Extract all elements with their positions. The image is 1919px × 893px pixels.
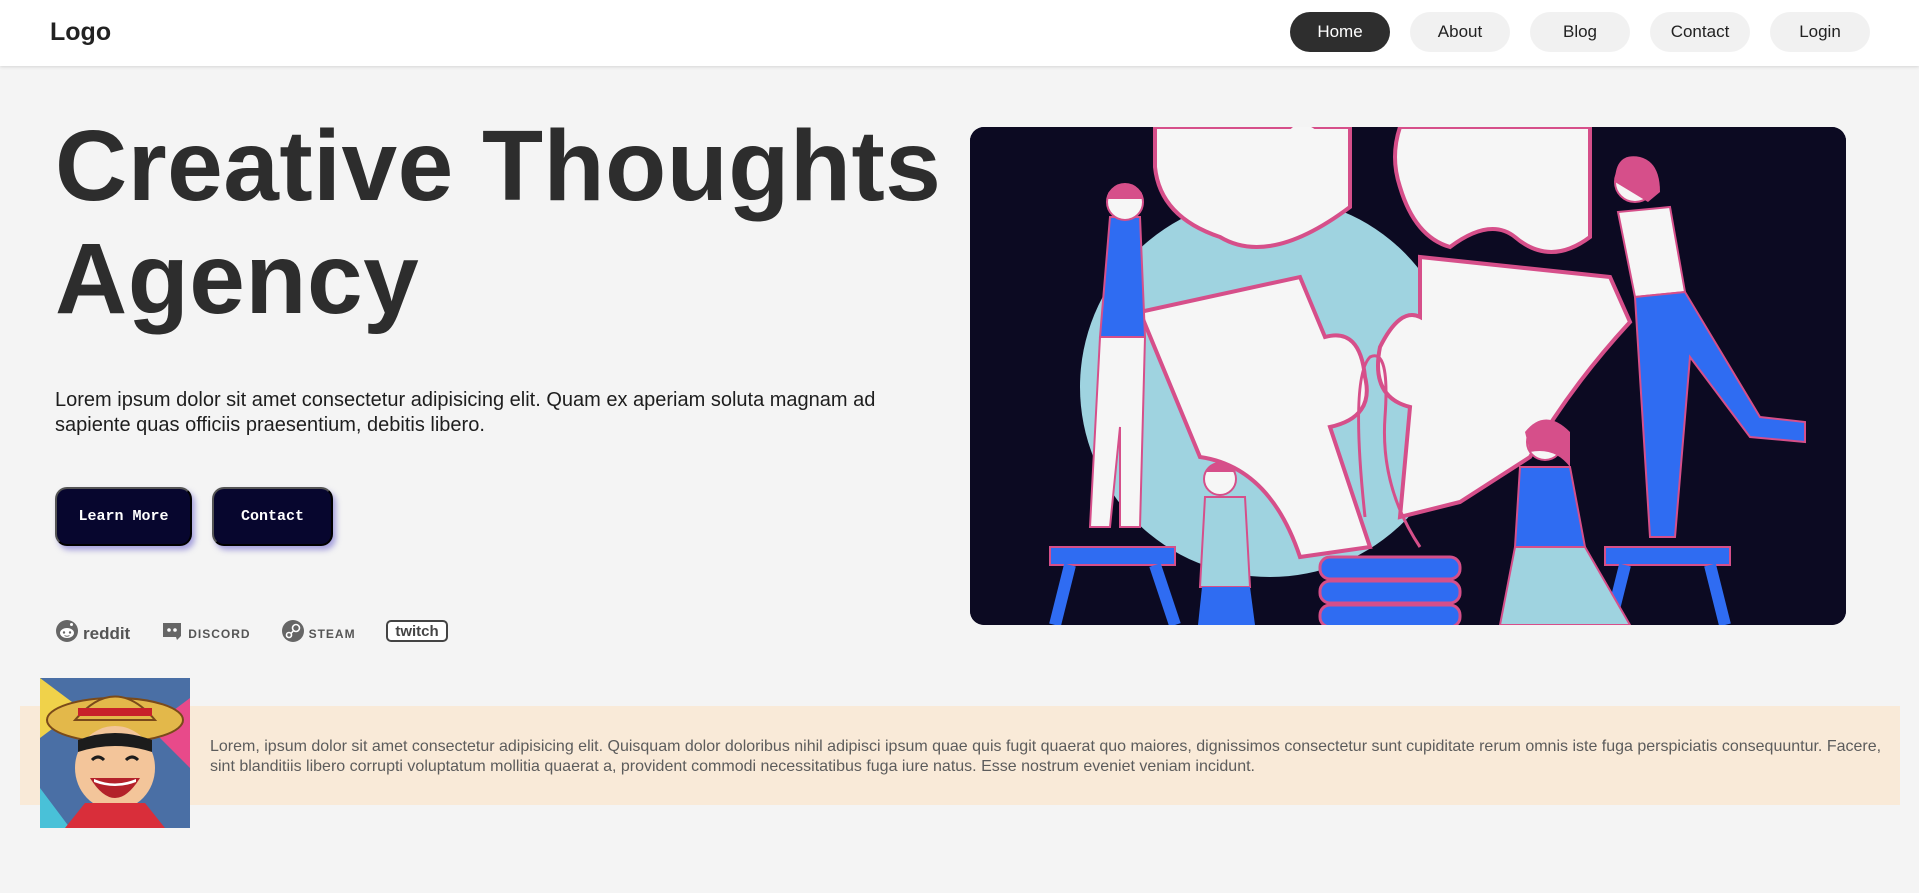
hero-title-line-2: Agency bbox=[55, 223, 420, 335]
nav-link-home[interactable]: Home bbox=[1290, 12, 1390, 52]
nav-links: Home About Blog Contact Login bbox=[1290, 12, 1870, 52]
brand-logos: reddit DISCORD STEAM twitch bbox=[55, 618, 448, 649]
steam-icon bbox=[281, 619, 305, 648]
discord-icon bbox=[160, 620, 184, 647]
site-logo[interactable]: Logo bbox=[50, 18, 111, 47]
brand-twitch: twitch bbox=[385, 618, 448, 649]
navbar: Logo Home About Blog Contact Login bbox=[0, 0, 1919, 66]
twitch-logo: twitch bbox=[385, 618, 448, 649]
brand-steam: STEAM bbox=[281, 619, 356, 648]
brand-label-twitch: twitch bbox=[395, 623, 438, 640]
nav-link-about[interactable]: About bbox=[1410, 12, 1510, 52]
hero-description: Lorem ipsum dolor sit amet consectetur a… bbox=[55, 389, 876, 436]
brand-label-steam: STEAM bbox=[308, 626, 356, 641]
reddit-icon bbox=[55, 619, 79, 648]
brand-label-discord: DISCORD bbox=[188, 626, 251, 641]
nav-link-login[interactable]: Login bbox=[1770, 12, 1870, 52]
learn-more-button[interactable]: Learn More bbox=[55, 487, 192, 546]
nav-link-contact[interactable]: Contact bbox=[1650, 12, 1750, 52]
anime-avatar bbox=[40, 678, 190, 828]
nav-link-blog[interactable]: Blog bbox=[1530, 12, 1630, 52]
hero-buttons: Learn More Contact bbox=[55, 487, 333, 546]
hero-title-line-1: Creative Thoughts bbox=[55, 110, 942, 222]
contact-button[interactable]: Contact bbox=[212, 487, 333, 546]
team-puzzle-illustration bbox=[970, 127, 1846, 625]
brand-discord: DISCORD bbox=[160, 620, 250, 647]
hero-title: Creative Thoughts Agency bbox=[55, 110, 955, 336]
brand-reddit: reddit bbox=[55, 619, 130, 648]
brand-label-reddit: reddit bbox=[83, 623, 131, 643]
banner-text: Lorem, ipsum dolor sit amet consectetur … bbox=[210, 738, 1882, 775]
